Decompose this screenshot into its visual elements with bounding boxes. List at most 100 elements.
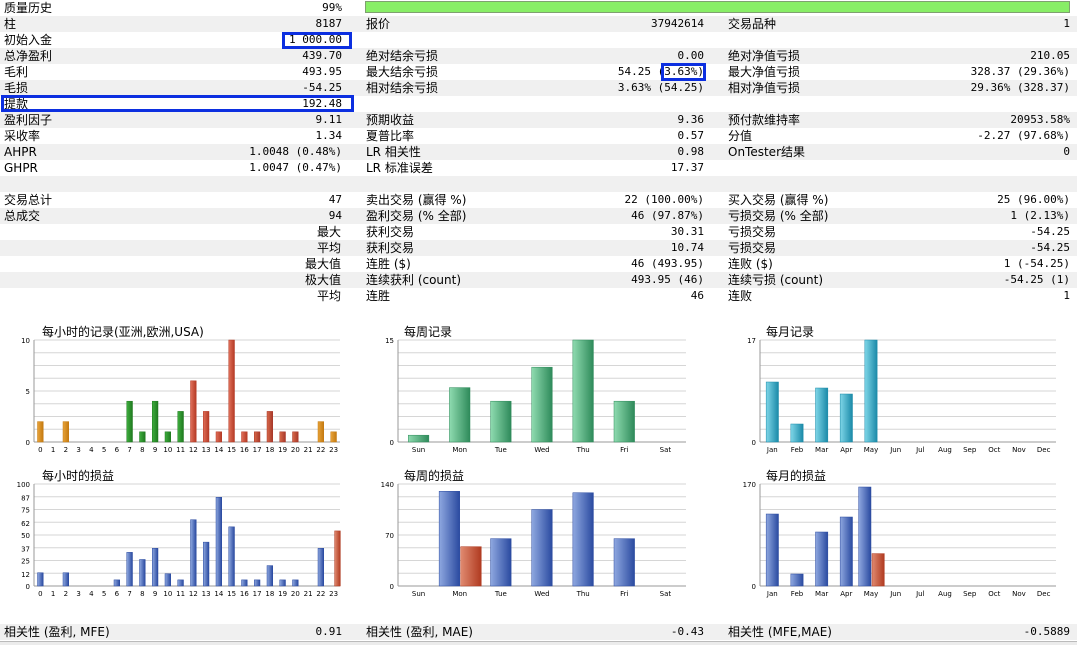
stat-value: 99%: [322, 1, 342, 14]
bar-profit: [490, 538, 512, 587]
bar: [241, 431, 248, 443]
bar-profit: [254, 579, 261, 587]
bar: [572, 339, 594, 443]
x-tick-label: 8: [140, 446, 144, 454]
bar: [164, 431, 171, 443]
bar: [177, 411, 184, 443]
x-tick-label: 20: [291, 590, 300, 598]
bar-profit: [858, 486, 872, 587]
stat-value: [4, 224, 342, 240]
x-tick-label: Jun: [889, 446, 901, 454]
stat-value: [728, 32, 1070, 48]
stat-value: 493.95: [302, 65, 342, 78]
bar-profit: [37, 572, 44, 587]
x-tick-label: 13: [202, 590, 211, 598]
x-tick-label: 11: [176, 446, 185, 454]
x-tick-label: Dec: [1037, 590, 1051, 598]
y-tick-label: 70: [385, 532, 394, 540]
x-tick-label: May: [864, 446, 878, 454]
x-tick-label: 16: [240, 590, 249, 598]
y-tick-label: 17: [747, 337, 756, 345]
bar-profit: [279, 579, 286, 587]
bar: [839, 393, 853, 443]
bar-profit: [215, 497, 222, 587]
stat-value: -54.25: [302, 81, 342, 94]
bar-loss: [871, 553, 885, 587]
bar-profit: [228, 526, 235, 587]
correlation-value: -0.5889: [1023, 625, 1070, 638]
x-tick-label: May: [864, 590, 878, 598]
correlation-value: 0.91: [315, 625, 343, 638]
bar-loss: [460, 546, 482, 587]
x-tick-label: Fri: [620, 446, 628, 454]
x-tick-label: 4: [89, 446, 94, 454]
bar: [449, 387, 471, 443]
bar-profit: [62, 572, 69, 587]
bar-profit: [531, 509, 553, 587]
stat-value: 439.70: [302, 49, 342, 62]
x-tick-label: 23: [329, 446, 338, 454]
bar-profit: [613, 538, 635, 587]
bar: [613, 400, 635, 443]
x-tick-label: Mar: [815, 590, 828, 598]
stat-value: [366, 32, 704, 48]
x-tick-label: 7: [127, 590, 131, 598]
stat-value: [4, 272, 342, 288]
bar-profit: [292, 579, 299, 587]
x-tick-label: 2: [64, 446, 68, 454]
stat-value: 29.36% (328.37): [970, 81, 1070, 94]
x-tick-label: 12: [189, 590, 198, 598]
y-tick-label: 100: [17, 481, 30, 489]
y-tick-label: 0: [752, 439, 756, 447]
x-tick-label: 11: [176, 590, 185, 598]
bar: [152, 400, 159, 443]
x-tick-label: Nov: [1012, 590, 1026, 598]
x-tick-label: 5: [102, 446, 106, 454]
bar-profit: [203, 541, 210, 587]
x-tick-label: 20: [291, 446, 300, 454]
chart-svg: 1008775625037251200 1 2 3 4 5 6 7 8 9 10 11 12 13 14 15…: [17, 481, 341, 598]
stat-value: 3.63% (54.25): [617, 81, 704, 94]
chart-svg: 15 0 Sun Mon Tue Wed Thu Fri Sat: [385, 337, 686, 454]
x-tick-label: Nov: [1012, 446, 1026, 454]
stat-value: 1 (2.13%): [1010, 209, 1070, 222]
bottom-tab-bar[interactable]: [0, 641, 1077, 645]
x-tick-label: Dec: [1037, 446, 1051, 454]
x-tick-label: Sun: [412, 446, 425, 454]
y-tick-label: 25: [21, 558, 30, 566]
stat-value: [4, 240, 342, 256]
stat-value: -2.27 (97.68%): [977, 129, 1070, 142]
chart-svg: 140 70 0 Sun Mon Tue Wed Thu Fri Sat: [381, 481, 686, 598]
stat-value: 94: [328, 209, 342, 222]
y-tick-label: 15: [385, 337, 394, 345]
bar-profit: [126, 552, 133, 587]
x-tick-label: 0: [38, 590, 42, 598]
x-tick-label: Wed: [534, 446, 549, 454]
bar: [279, 431, 286, 443]
x-tick-label: 9: [153, 590, 157, 598]
x-tick-label: Jan: [766, 590, 778, 598]
stat-value: [728, 160, 1070, 176]
correlation-value: -0.43: [670, 625, 704, 638]
x-tick-label: Thu: [576, 446, 590, 454]
x-tick-label: 10: [163, 446, 172, 454]
y-tick-label: 50: [21, 532, 30, 540]
stat-value: [4, 176, 342, 192]
chart-svg: 10500 1 2 3 4 5 6 7 8 9 10 11 12 13 14 15 16 17 18 19 20 21 22…: [21, 337, 340, 454]
x-tick-label: Sun: [412, 590, 425, 598]
x-tick-label: 1: [51, 446, 55, 454]
x-tick-label: 22: [316, 446, 325, 454]
x-tick-label: Aug: [938, 590, 952, 598]
x-tick-label: Tue: [494, 446, 507, 454]
y-tick-label: 5: [26, 388, 30, 396]
x-tick-label: Apr: [840, 446, 852, 454]
stat-value: -54.25: [1030, 225, 1070, 238]
x-tick-label: 22: [316, 590, 325, 598]
bar-loss: [334, 530, 341, 587]
stat-value: 8187: [315, 17, 343, 30]
x-tick-label: 3: [76, 590, 80, 598]
stat-value: [366, 176, 704, 192]
bar: [490, 400, 512, 443]
x-tick-label: Sep: [963, 590, 977, 598]
y-tick-label: 62: [21, 520, 30, 528]
